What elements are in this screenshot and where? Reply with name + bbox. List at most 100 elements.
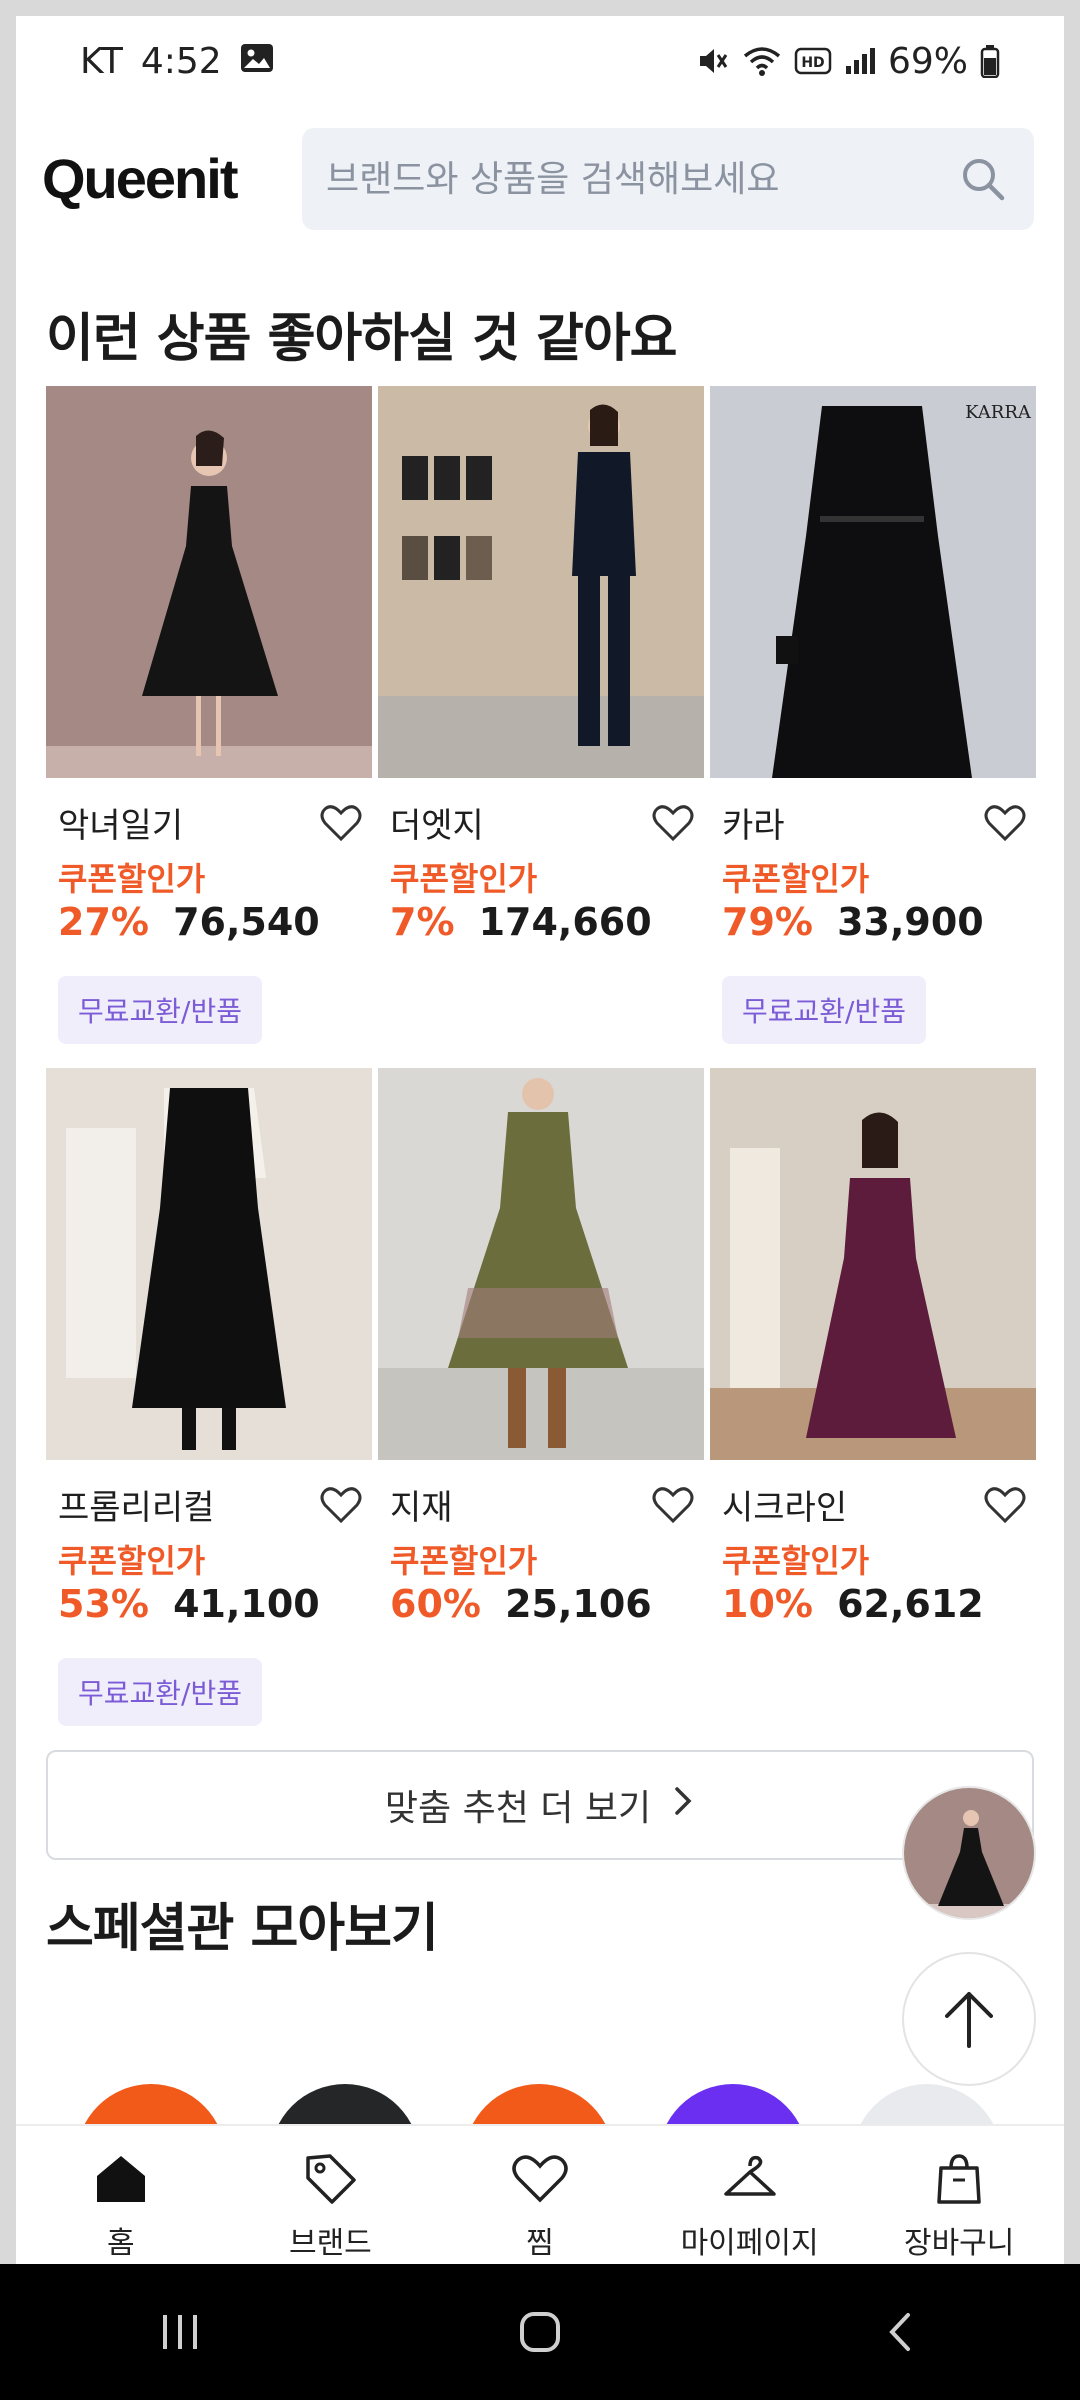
home-button[interactable] [490, 2292, 590, 2372]
coupon-label: 쿠폰할인가 [722, 1542, 870, 1580]
battery-percent: 69% [887, 40, 968, 82]
nav-brand-label: 브랜드 [288, 2226, 372, 2261]
free-return-badge: 무료교환/반품 [58, 1658, 262, 1726]
heart-icon[interactable] [982, 800, 1028, 846]
product-brand[interactable]: 프롬리리컬 [58, 1480, 214, 1529]
product-image[interactable] [378, 1068, 704, 1460]
more-recommendations-button[interactable]: 맞춤 추천 더 보기 [46, 1750, 1034, 1860]
price: 62,612 [837, 1582, 984, 1626]
hanger-icon [723, 2155, 776, 2196]
product-brand-row: 프롬리리컬 [58, 1480, 364, 1529]
nav-home[interactable]: 홈 [21, 2150, 221, 2262]
product-card[interactable]: 시크라인 쿠폰할인가 10% 62,612 [710, 1068, 1036, 1750]
clock: 4:52 [140, 40, 222, 82]
product-brand[interactable]: 지재 [390, 1480, 453, 1529]
product-card[interactable]: 악녀일기 쿠폰할인가 27% 76,540 무료교환/반품 [46, 386, 372, 1068]
nav-wish[interactable]: 찜 [440, 2150, 640, 2262]
recommend-title: 이런 상품 좋아하실 것 같아요 [46, 309, 677, 369]
home-icon [96, 2156, 145, 2202]
heart-icon[interactable] [318, 800, 364, 846]
status-left: KT 4:52 [80, 41, 274, 82]
product-brand[interactable]: 악녀일기 [58, 798, 183, 847]
free-return-badge: 무료교환/반품 [722, 976, 926, 1044]
discount-rate: 53% [58, 1582, 149, 1626]
wifi-icon [742, 44, 782, 78]
recent-view-thumbnail[interactable] [902, 1786, 1036, 1920]
free-return-badge: 무료교환/반품 [58, 976, 262, 1044]
discount-rate: 27% [58, 900, 149, 944]
product-card[interactable]: 더엣지 쿠폰할인가 7% 174,660 [378, 386, 704, 1068]
app-header: Queenit [16, 128, 1064, 230]
product-image[interactable] [46, 1068, 372, 1460]
recent-apps-button[interactable] [130, 2292, 230, 2372]
search-bar[interactable] [302, 128, 1034, 230]
heart-icon[interactable] [650, 800, 696, 846]
svg-text:KARRA: KARRA [965, 402, 1032, 423]
home-circle-icon [520, 2312, 560, 2352]
status-right: HD 69% [694, 41, 1000, 82]
discount-rate: 60% [390, 1582, 481, 1626]
chevron-right-icon [671, 1783, 695, 1828]
queenit-logo[interactable]: Queenit [42, 146, 238, 211]
nav-brand[interactable]: 브랜드 [230, 2150, 430, 2262]
hd-icon: HD [794, 46, 832, 76]
heart-icon[interactable] [650, 1482, 696, 1528]
price: 33,900 [837, 900, 984, 944]
product-brand-row: 악녀일기 [58, 798, 364, 847]
product-image[interactable] [378, 386, 704, 778]
price-row: 60% 25,106 [390, 1582, 652, 1626]
heart-icon[interactable] [982, 1482, 1028, 1528]
image-notification-icon [240, 41, 274, 82]
price: 174,660 [478, 900, 652, 944]
product-card[interactable]: 지재 쿠폰할인가 60% 25,106 [378, 1068, 704, 1750]
nav-mypage-label: 마이페이지 [680, 2226, 819, 2261]
carrier-label: KT [80, 40, 123, 82]
product-image[interactable] [46, 386, 372, 778]
signal-icon [844, 46, 876, 76]
svg-text:HD: HD [801, 55, 824, 71]
coupon-label: 쿠폰할인가 [390, 860, 538, 898]
price: 25,106 [505, 1582, 652, 1626]
product-brand-row: 지재 [390, 1480, 696, 1529]
product-brand[interactable]: 더엣지 [390, 798, 484, 847]
nav-mypage[interactable]: 마이페이지 [650, 2150, 850, 2262]
shopping-bag-icon [937, 2154, 981, 2204]
nav-cart[interactable]: 장바구니 [859, 2150, 1059, 2262]
battery-icon [980, 44, 1000, 78]
product-brand-row: 더엣지 [390, 798, 696, 847]
price-row: 10% 62,612 [722, 1582, 984, 1626]
search-icon[interactable] [956, 152, 1010, 206]
product-brand-row: 카라 [722, 798, 1028, 847]
scroll-to-top-button[interactable] [902, 1952, 1036, 2086]
discount-rate: 79% [722, 900, 813, 944]
coupon-label: 쿠폰할인가 [722, 860, 870, 898]
product-brand[interactable]: 시크라인 [722, 1480, 847, 1529]
nav-home-label: 홈 [106, 2226, 135, 2261]
heart-icon[interactable] [318, 1482, 364, 1528]
heart-icon [512, 2155, 568, 2203]
back-button[interactable] [850, 2292, 950, 2372]
product-brand[interactable]: 카라 [722, 798, 785, 847]
arrow-up-icon [945, 1992, 993, 2048]
price-row: 79% 33,900 [722, 900, 984, 944]
product-image[interactable] [710, 1068, 1036, 1460]
coupon-label: 쿠폰할인가 [390, 1542, 538, 1580]
price: 41,100 [173, 1582, 320, 1626]
price-row: 53% 41,100 [58, 1582, 320, 1626]
coupon-label: 쿠폰할인가 [58, 860, 206, 898]
special-title: 스페셜관 모아보기 [46, 1899, 439, 1959]
app-screen: KT 4:52 HD 69% Queenit 브랜드와 상품을 검색해보세요 이… [16, 16, 1064, 2264]
nav-cart-label: 장바구니 [903, 2226, 1015, 2261]
search-input[interactable] [326, 158, 956, 200]
price-row: 27% 76,540 [58, 900, 320, 944]
recent-apps-icon [163, 2315, 197, 2349]
price: 76,540 [173, 900, 320, 944]
product-grid: 악녀일기 쿠폰할인가 27% 76,540 무료교환/반품 더엣지 쿠폰할인가 … [46, 386, 1048, 1750]
price-row: 7% 174,660 [390, 900, 652, 944]
product-card[interactable]: 프롬리리컬 쿠폰할인가 53% 41,100 무료교환/반품 [46, 1068, 372, 1750]
product-card[interactable]: KARRA 카라 쿠폰할인가 79% 33,900 무료교환/반품 [710, 386, 1036, 1068]
product-brand-row: 시크라인 [722, 1480, 1028, 1529]
more-button-label: 맞춤 추천 더 보기 [384, 1788, 652, 1829]
discount-rate: 7% [390, 900, 455, 944]
product-image[interactable]: KARRA [710, 386, 1036, 778]
